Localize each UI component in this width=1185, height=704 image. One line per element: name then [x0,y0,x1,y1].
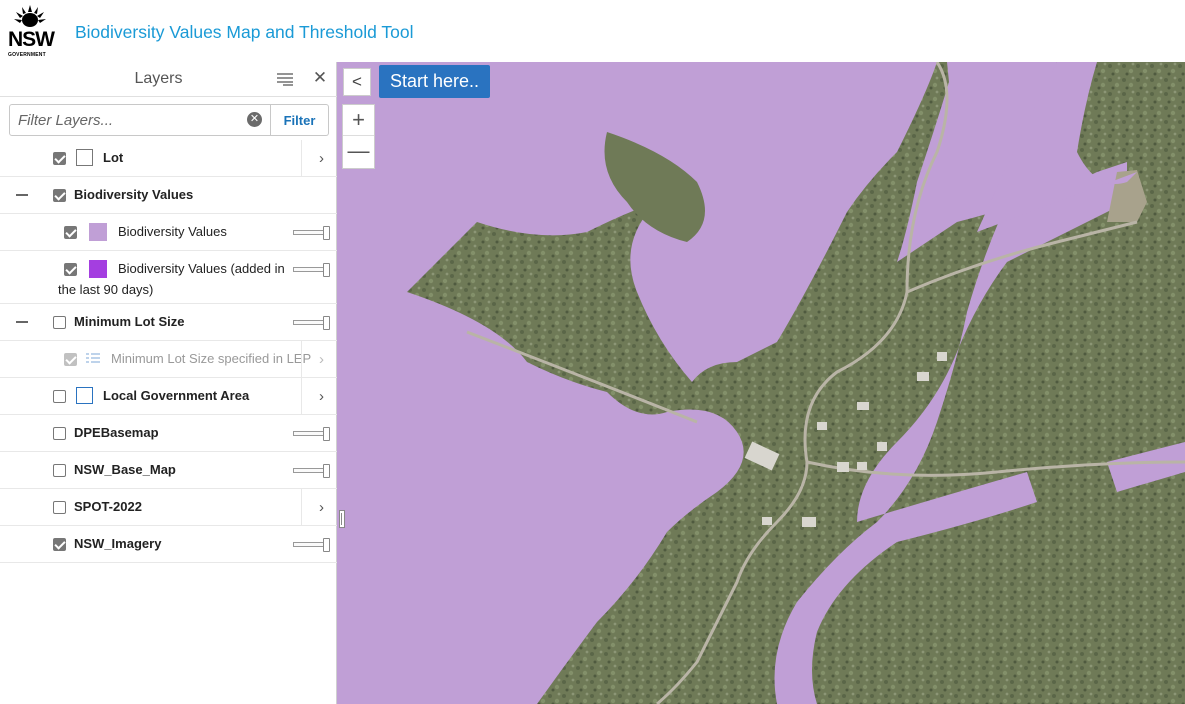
zoom-in-button[interactable]: + [343,105,374,136]
logo-subtext: GOVERNMENT [8,52,46,58]
opacity-slider[interactable] [293,316,331,330]
opacity-slider[interactable] [293,427,331,441]
layer-checkbox[interactable] [53,464,66,477]
layer-swatch [89,223,107,241]
collapse-icon[interactable] [16,321,28,323]
close-icon[interactable]: ✕ [312,68,328,88]
layer-checkbox[interactable] [53,152,66,165]
waratah-icon [14,5,46,27]
app-root: NSW GOVERNMENT Biodiversity Values Map a… [0,0,1185,704]
layer-details-cell[interactable]: › [301,378,337,414]
layer-swatch [76,387,93,404]
layer-label: Local Government Area [103,388,250,403]
sublayer-row-biodiversity-values[interactable]: Biodiversity Values [0,214,337,251]
header: NSW GOVERNMENT Biodiversity Values Map a… [0,0,1185,62]
layers-panel-header: Layers ✕ [0,62,337,97]
collapse-icon[interactable] [16,194,28,196]
layer-label: Minimum Lot Size specified in LEP [111,351,312,366]
clear-filter-icon[interactable]: ✕ [247,112,262,127]
filter-layers-input[interactable] [9,104,271,136]
chevron-right-icon[interactable]: › [319,388,324,405]
layer-label: DPEBasemap [74,425,159,440]
layer-label: Minimum Lot Size [74,314,185,329]
opacity-slider[interactable] [293,263,331,277]
layer-row-minimum-lot-size[interactable]: Minimum Lot Size [0,304,337,341]
collapse-panel-button[interactable]: < [343,68,371,96]
opacity-slider[interactable] [293,226,331,240]
layer-row-local-government-area[interactable]: Local Government Area › [0,378,337,415]
map-imagery [337,62,1185,704]
start-here-button[interactable]: Start here.. [379,65,491,98]
layer-row-biodiversity-values[interactable]: Biodiversity Values [0,177,337,214]
layer-swatch [76,149,93,166]
opacity-slider[interactable] [293,538,331,552]
logo-text: NSW [8,28,55,51]
nsw-government-logo[interactable]: NSW GOVERNMENT [6,3,56,59]
layer-details-cell[interactable]: › [301,489,337,525]
layer-row-dpebasemap[interactable]: DPEBasemap [0,415,337,452]
zoom-out-button[interactable]: — [343,136,374,167]
menu-icon[interactable] [277,72,293,86]
layer-checkbox[interactable] [53,189,66,202]
panel-resize-handle[interactable] [339,510,345,528]
opacity-slider[interactable] [293,464,331,478]
layer-details-cell[interactable]: › [301,341,337,377]
layer-checkbox[interactable] [53,316,66,329]
layer-checkbox[interactable] [64,263,77,276]
layer-swatch [89,260,107,278]
sublayer-row-minimum-lot-size-lep[interactable]: Minimum Lot Size specified in LEP › [0,341,337,378]
layer-label: Biodiversity Values (added in [118,261,285,276]
layer-row-lot[interactable]: Lot › [0,140,337,177]
layer-checkbox[interactable] [53,390,66,403]
chevron-right-icon[interactable]: › [319,499,324,516]
layer-checkbox[interactable] [53,538,66,551]
layer-list: Lot › Biodiversity Values Biodiversity V… [0,140,337,563]
filter-row: ✕ Filter [9,104,329,136]
layer-label: NSW_Imagery [74,536,162,551]
layer-label: SPOT-2022 [74,499,142,514]
layer-row-nsw-base-map[interactable]: NSW_Base_Map [0,452,337,489]
layer-row-nsw-imagery[interactable]: NSW_Imagery [0,526,337,563]
layers-panel: Layers ✕ ✕ Filter Lot › Biodiversi [0,62,337,704]
app-title: Biodiversity Values Map and Threshold To… [75,22,414,42]
sublayer-row-biodiversity-values-recent[interactable]: Biodiversity Values (added in the last 9… [0,251,337,304]
layer-label: Biodiversity Values [74,187,194,202]
layer-checkbox[interactable] [64,226,77,239]
layer-row-spot-2022[interactable]: SPOT-2022 › [0,489,337,526]
filter-button[interactable]: Filter [271,104,329,136]
layer-label: NSW_Base_Map [74,462,176,477]
layer-checkbox[interactable] [64,353,77,366]
layer-checkbox[interactable] [53,501,66,514]
layer-details-cell[interactable]: › [301,140,337,176]
layer-label-continued: the last 90 days) [58,282,154,297]
chevron-right-icon[interactable]: › [319,351,324,368]
zoom-control: + — [342,104,375,169]
layer-label: Biodiversity Values [118,224,227,239]
layers-panel-title: Layers [134,70,183,87]
map-canvas[interactable] [337,62,1185,704]
layer-label: Lot [103,150,124,165]
legend-list-icon [86,353,100,363]
layer-checkbox[interactable] [53,427,66,440]
chevron-right-icon[interactable]: › [319,150,324,167]
